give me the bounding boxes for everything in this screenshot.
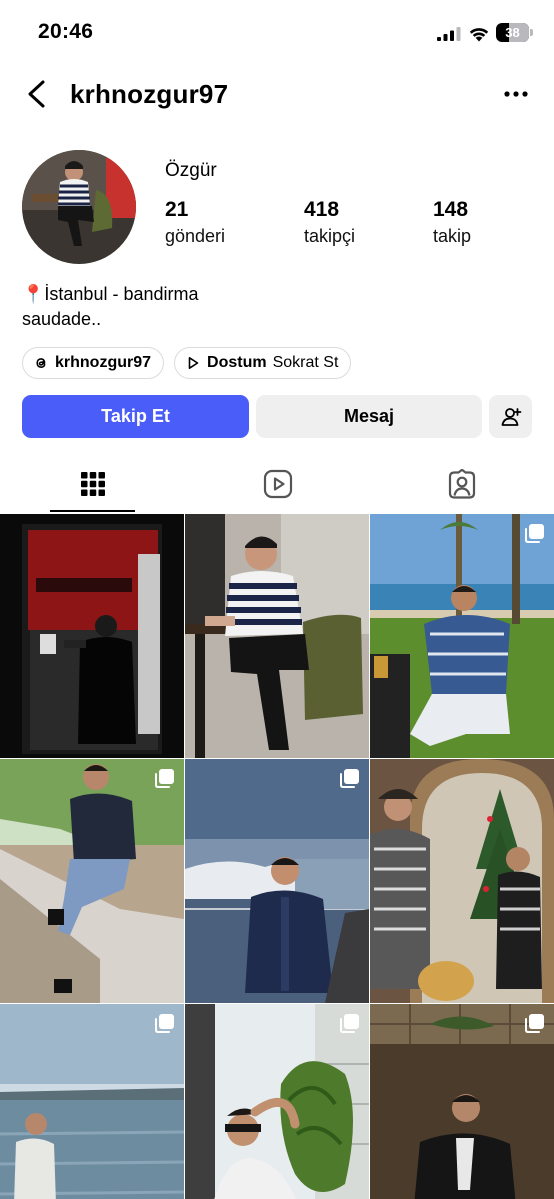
add-person-icon bbox=[501, 407, 521, 426]
tagged-icon bbox=[448, 469, 475, 499]
follow-button[interactable]: Takip Et bbox=[22, 395, 249, 438]
profile-chips: krhnozgur97 Dostum Sokrat St bbox=[22, 347, 352, 379]
post-image bbox=[0, 514, 184, 758]
suggested-users-button[interactable] bbox=[489, 395, 532, 438]
following-count: 148 bbox=[433, 198, 469, 221]
status-bar: 20:46 38 bbox=[0, 0, 554, 66]
tab-reels[interactable] bbox=[235, 455, 320, 513]
page-title: krhnozgur97 bbox=[70, 79, 229, 109]
stat-posts[interactable]: 21 gönderi bbox=[165, 198, 225, 247]
post-image bbox=[0, 759, 184, 1003]
bio-text: saudade.. bbox=[22, 309, 102, 329]
post-tile[interactable] bbox=[0, 1004, 184, 1199]
carousel-icon bbox=[340, 1014, 359, 1033]
post-image bbox=[370, 514, 554, 758]
tab-posts[interactable] bbox=[50, 455, 135, 513]
music-title: Dostum bbox=[207, 354, 267, 371]
battery-percent: 38 bbox=[505, 25, 520, 40]
bio: 📍İstanbul - bandirma saudade.. bbox=[22, 282, 199, 332]
post-tile[interactable] bbox=[0, 514, 184, 758]
post-tile[interactable] bbox=[370, 514, 554, 758]
avatar[interactable] bbox=[22, 150, 136, 264]
post-image bbox=[370, 759, 554, 1003]
profile-actions: Takip Et Mesaj bbox=[22, 395, 532, 438]
threads-handle: krhnozgur97 bbox=[55, 354, 152, 371]
carousel-icon bbox=[155, 1014, 174, 1033]
stat-following[interactable]: 148 takip bbox=[433, 198, 471, 247]
posts-count: 21 bbox=[165, 198, 189, 221]
posts-label: gönderi bbox=[165, 226, 226, 246]
post-tile[interactable] bbox=[370, 1004, 554, 1199]
followers-label: takipçi bbox=[304, 226, 356, 246]
play-icon bbox=[188, 357, 199, 369]
carousel-icon bbox=[525, 1014, 544, 1033]
post-tile[interactable] bbox=[185, 759, 369, 1003]
post-tile[interactable] bbox=[0, 759, 184, 1003]
back-icon[interactable] bbox=[22, 78, 52, 110]
wifi-icon bbox=[469, 28, 489, 42]
status-time: 20:46 bbox=[38, 20, 94, 43]
battery-indicator: 38 bbox=[496, 23, 534, 42]
carousel-icon bbox=[155, 769, 174, 788]
carousel-icon bbox=[525, 524, 544, 543]
music-artist: Sokrat St bbox=[272, 354, 339, 371]
grid-icon bbox=[80, 472, 105, 496]
post-image bbox=[185, 759, 369, 1003]
carousel-icon bbox=[340, 769, 359, 788]
post-tile[interactable] bbox=[370, 759, 554, 1003]
profile-header: krhnozgur97 bbox=[0, 66, 554, 122]
post-tile[interactable] bbox=[185, 1004, 369, 1199]
content-tabs bbox=[0, 455, 554, 513]
stat-followers[interactable]: 418 takipçi bbox=[304, 198, 355, 247]
display-name: Özgür bbox=[165, 160, 217, 181]
followers-count: 418 bbox=[304, 198, 340, 221]
following-label: takip bbox=[433, 226, 472, 246]
threads-icon bbox=[36, 358, 46, 369]
active-tab-indicator bbox=[50, 510, 135, 512]
post-tile[interactable] bbox=[185, 514, 369, 758]
threads-chip[interactable]: krhnozgur97 bbox=[22, 347, 165, 379]
more-options-icon[interactable] bbox=[500, 82, 532, 106]
music-chip[interactable]: Dostum Sokrat St bbox=[174, 347, 352, 379]
bio-location: 📍İstanbul - bandirma bbox=[22, 284, 199, 304]
signal-icon bbox=[437, 27, 461, 41]
reels-icon bbox=[263, 469, 292, 499]
post-image bbox=[185, 514, 369, 758]
message-button[interactable]: Mesaj bbox=[256, 395, 482, 438]
tab-tagged[interactable] bbox=[419, 455, 504, 513]
